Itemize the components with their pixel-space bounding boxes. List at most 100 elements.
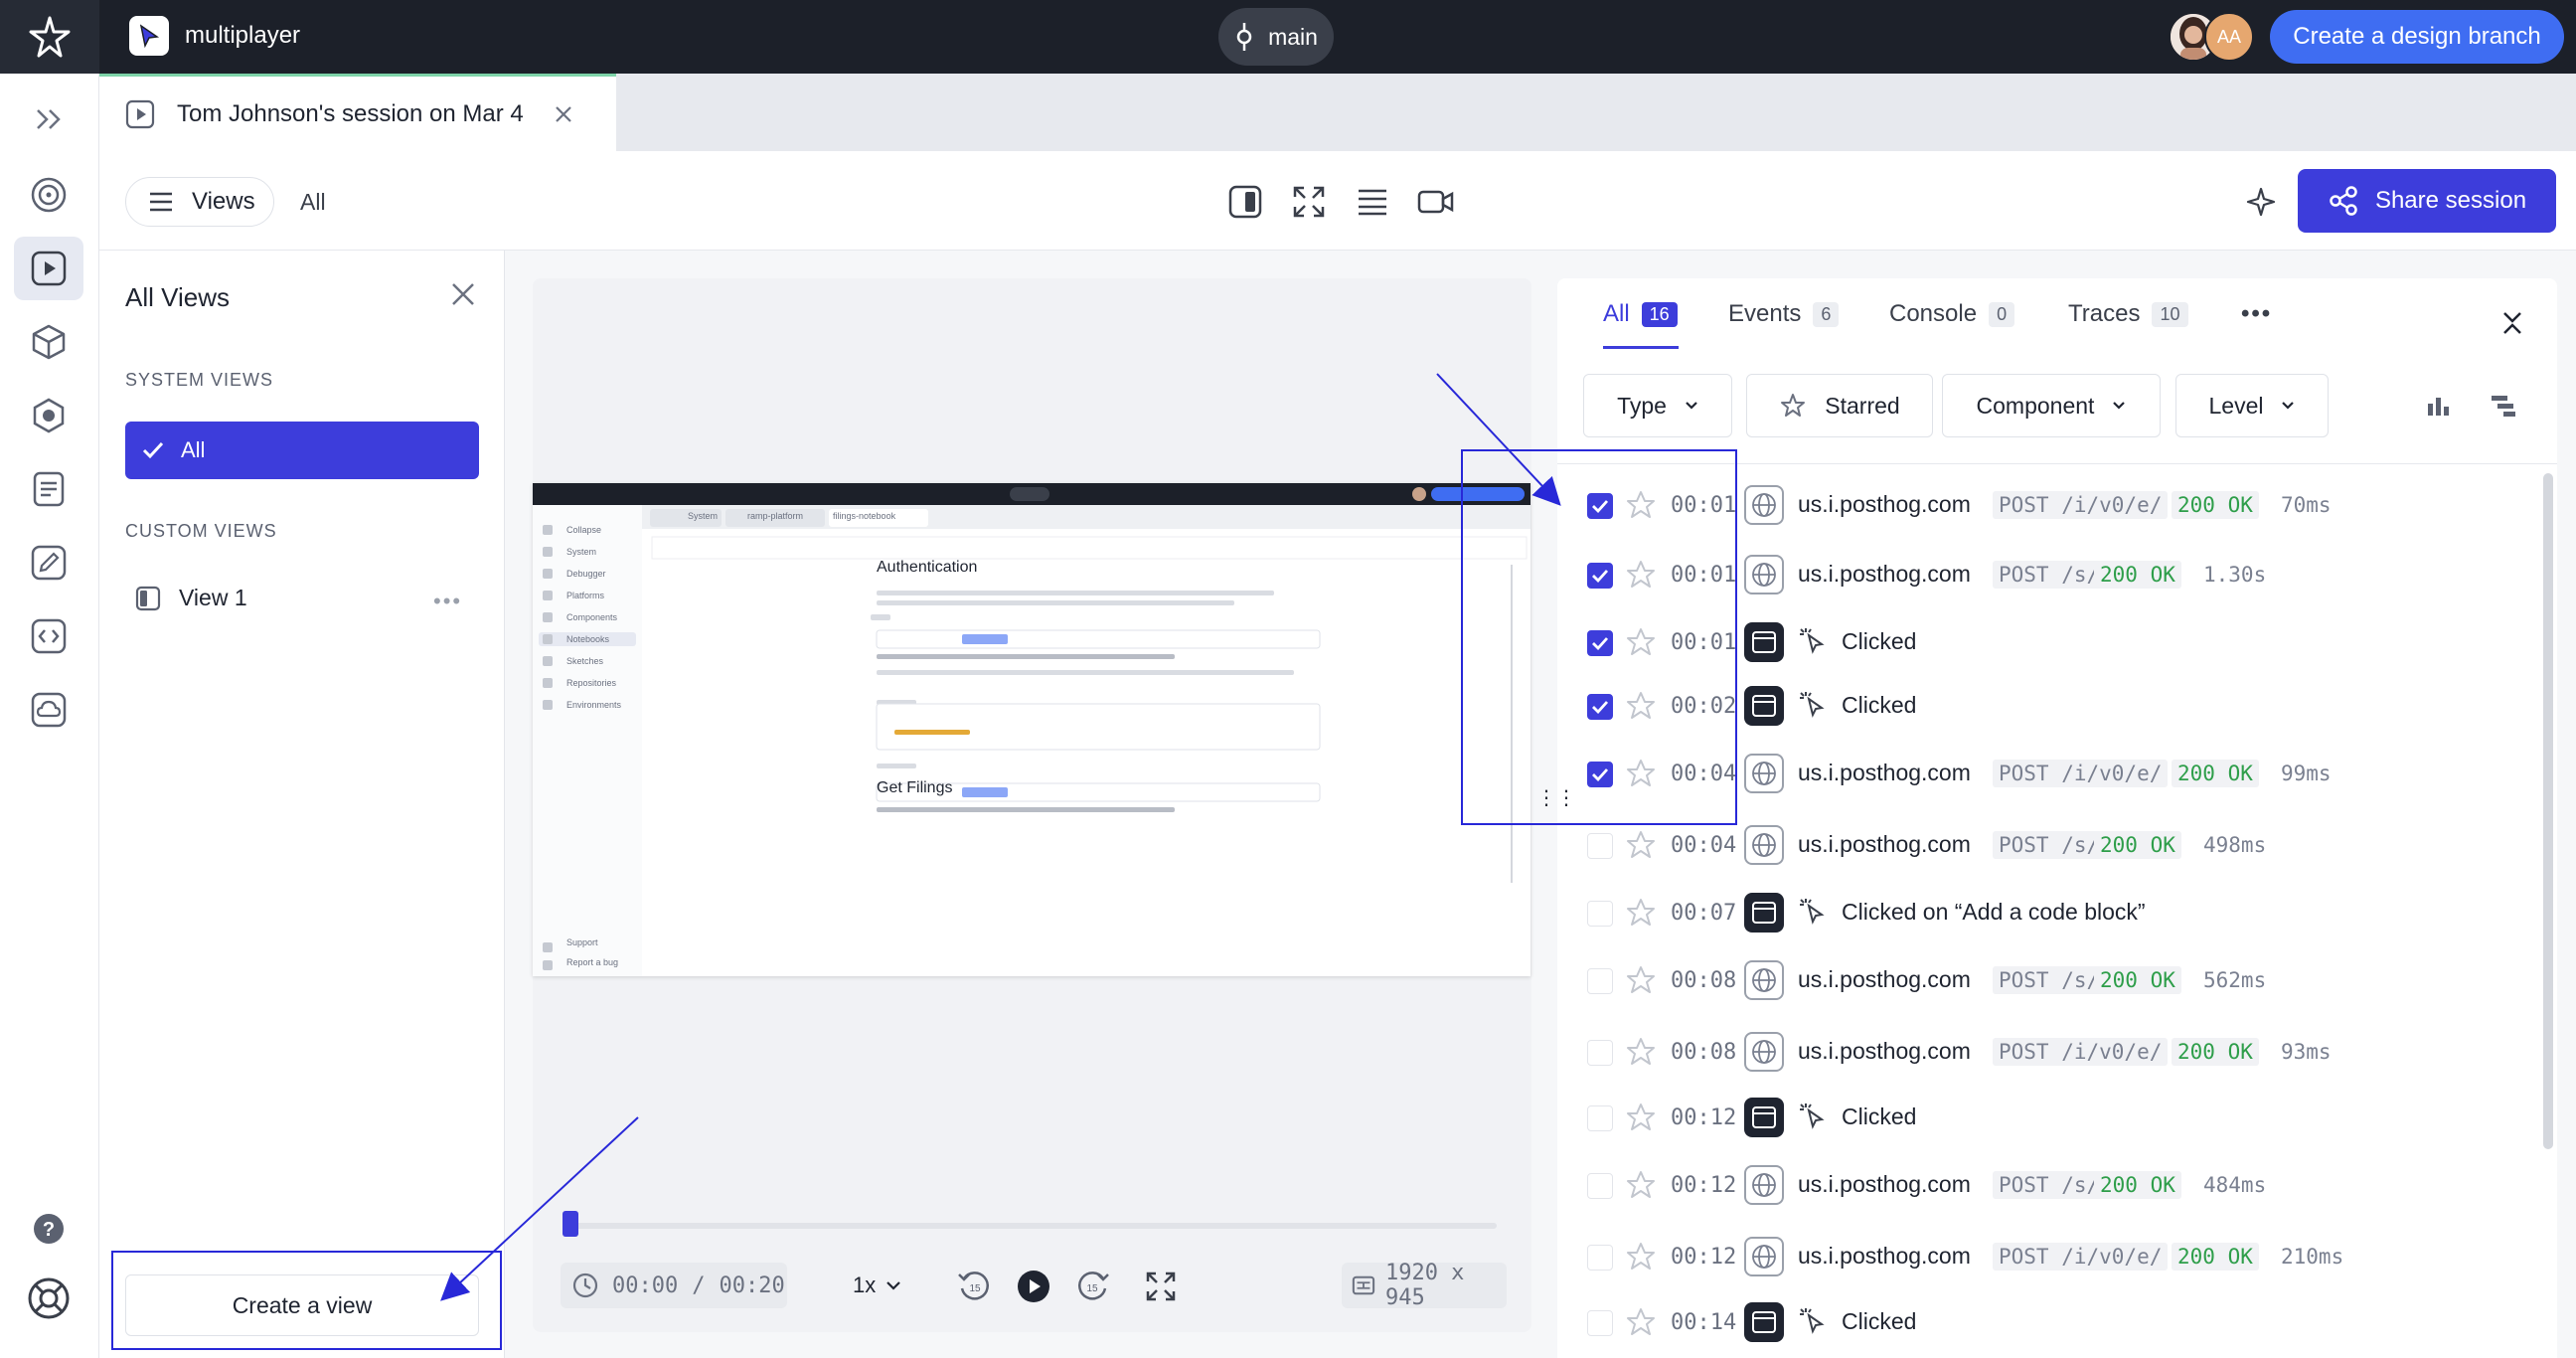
count-badge: 10 — [2152, 301, 2188, 327]
create-design-branch-button[interactable]: Create a design branch — [2270, 10, 2564, 64]
row-checkbox[interactable] — [1587, 1040, 1613, 1066]
more-tabs-icon[interactable]: ••• — [2241, 300, 2272, 328]
collaborator-avatars[interactable]: AA — [2169, 12, 2258, 62]
event-row[interactable]: 00:12 us.i.posthog.com POST /i/v0/e/200 OK… — [1557, 1225, 2541, 1290]
event-row[interactable]: 00:08 us.i.posthog.com POST /i/v0/e/200 OK… — [1557, 1020, 2541, 1086]
row-checkbox[interactable] — [1587, 901, 1613, 927]
type-filter[interactable]: Type — [1583, 374, 1732, 437]
tab-events[interactable]: Events 6 — [1728, 300, 1840, 328]
avatar[interactable]: AA — [2204, 12, 2254, 62]
bar-chart-view-button[interactable] — [2426, 394, 2452, 423]
star-icon[interactable] — [1625, 964, 1657, 1001]
cursor-icon — [129, 16, 169, 56]
event-row[interactable]: 00:12 us.i.posthog.com POST /s/200 OK 484ms — [1557, 1153, 2541, 1219]
star-icon[interactable] — [1625, 1102, 1657, 1138]
tab-session[interactable]: Tom Johnson's session on Mar 4 — [99, 74, 616, 151]
row-checkbox[interactable] — [1587, 1245, 1613, 1271]
scrollbar[interactable] — [2543, 473, 2553, 1149]
event-row[interactable]: 00:12 Clicked — [1557, 1086, 2541, 1151]
close-views-panel-button[interactable] — [449, 280, 477, 313]
nav-sketches[interactable] — [14, 531, 83, 594]
event-host: us.i.posthog.com — [1798, 491, 1971, 517]
tab-console[interactable]: Console 0 — [1889, 300, 2015, 328]
clock-icon — [572, 1273, 598, 1298]
share-session-button[interactable]: Share session — [2298, 169, 2556, 233]
star-icon[interactable] — [1625, 897, 1657, 934]
sidebar-panel-icon — [1228, 185, 1262, 219]
more-options-icon[interactable]: ••• — [433, 589, 462, 614]
row-checkbox[interactable] — [1587, 833, 1613, 859]
tab-traces[interactable]: Traces 10 — [2068, 300, 2188, 328]
star-icon[interactable] — [1625, 1241, 1657, 1277]
nav-sessions[interactable] — [14, 237, 83, 300]
level-filter[interactable]: Level — [2175, 374, 2329, 437]
share-session-label: Share session — [2374, 187, 2527, 214]
speed-selector[interactable]: 1x — [853, 1273, 901, 1298]
event-row[interactable]: 00:08 us.i.posthog.com POST /s/200 OK 562ms — [1557, 948, 2541, 1014]
list-view-button[interactable] — [1352, 181, 1393, 223]
ai-sparkle-button[interactable] — [2240, 181, 2282, 223]
request-method-path: POST /i/v0/e/ — [1993, 491, 2169, 519]
support-button[interactable] — [14, 1267, 83, 1330]
star-icon[interactable] — [1625, 1306, 1657, 1343]
close-icon[interactable] — [554, 104, 573, 124]
component-filter[interactable]: Component — [1942, 374, 2161, 437]
event-row[interactable]: 00:14 Clicked — [1557, 1290, 2541, 1356]
tab-all[interactable]: All 16 — [1603, 300, 1678, 328]
nav-components[interactable] — [14, 310, 83, 374]
request-duration: 562ms — [2203, 968, 2267, 992]
nav-environments[interactable] — [14, 678, 83, 742]
replay-heading-get-filings: Get Filings — [877, 779, 953, 796]
event-host: us.i.posthog.com — [1798, 561, 1971, 587]
collapse-panel-button[interactable] — [2501, 310, 2523, 341]
views-button[interactable]: Views — [125, 177, 274, 227]
branch-selector[interactable]: main — [1218, 8, 1334, 66]
nav-dashboard[interactable] — [14, 163, 83, 227]
row-checkbox[interactable] — [1587, 1310, 1613, 1336]
view-item-view-1[interactable]: View 1 — [135, 585, 247, 611]
row-checkbox[interactable] — [1587, 968, 1613, 994]
replay-tab: System — [688, 511, 719, 521]
session-replay-frame[interactable]: Authentication Get Filings Collapse Syst… — [533, 483, 1530, 976]
help-button[interactable]: ? — [14, 1197, 83, 1261]
app-logo[interactable] — [0, 0, 99, 74]
pointer-click-icon — [1798, 690, 1828, 725]
tab-strip: Tom Johnson's session on Mar 4 — [99, 74, 2576, 151]
svg-text:15: 15 — [969, 1283, 981, 1294]
rewind-button[interactable]: 15 — [954, 1267, 994, 1306]
event-row[interactable]: 00:07 Clicked on “Add a code block” — [1557, 881, 2541, 946]
timeline-scrubber[interactable] — [563, 1211, 578, 1237]
row-checkbox[interactable] — [1587, 1173, 1613, 1199]
forward-button[interactable]: 15 — [1073, 1267, 1113, 1306]
video-button[interactable] — [1415, 181, 1457, 223]
nav-repositories[interactable] — [14, 604, 83, 668]
browser-window-icon — [1744, 893, 1784, 933]
expand-nav-button[interactable] — [14, 87, 83, 151]
drag-handle-icon[interactable]: ⋮⋮ — [1536, 788, 1576, 808]
expand-icon — [1293, 186, 1325, 218]
starred-filter[interactable]: Starred — [1746, 374, 1933, 437]
star-icon[interactable] — [1625, 1169, 1657, 1206]
replay-nav-item: Support — [566, 937, 598, 947]
row-checkbox[interactable] — [1587, 1105, 1613, 1131]
timeline-track[interactable] — [566, 1223, 1497, 1229]
request-duration: 484ms — [2203, 1173, 2267, 1197]
project-switcher[interactable]: multiplayer — [129, 16, 300, 56]
view-item-all[interactable]: All — [125, 422, 479, 479]
video-camera-icon — [1417, 190, 1454, 214]
total-duration: 00:20 — [719, 1273, 785, 1298]
split-view-button[interactable] — [1224, 181, 1266, 223]
star-icon[interactable] — [1625, 829, 1657, 866]
resolution-badge: 1920 x 945 — [1342, 1261, 1507, 1310]
fullscreen-button[interactable] — [1288, 181, 1330, 223]
event-host: us.i.posthog.com — [1798, 1171, 1971, 1197]
svg-text:15: 15 — [1086, 1283, 1098, 1294]
nav-platforms[interactable] — [14, 384, 83, 447]
nav-notebooks[interactable] — [14, 457, 83, 521]
star-icon[interactable] — [1625, 1036, 1657, 1073]
waterfall-view-button[interactable] — [2490, 394, 2517, 424]
pointer-click-icon — [1798, 897, 1828, 932]
play-button[interactable] — [1014, 1267, 1053, 1306]
sketch-pen-icon — [31, 545, 67, 581]
player-fullscreen-button[interactable] — [1141, 1267, 1181, 1306]
